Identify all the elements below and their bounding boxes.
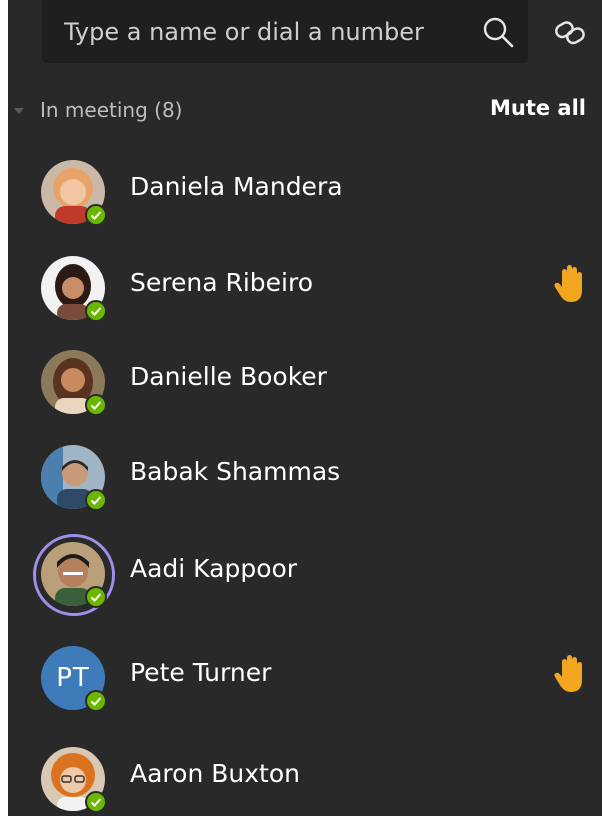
available-status-icon (85, 204, 107, 226)
available-status-icon (85, 586, 107, 608)
participant-row[interactable]: Danielle Booker (8, 336, 602, 426)
participant-name: Aadi Kappoor (130, 554, 298, 583)
avatar (41, 445, 107, 511)
available-status-icon (85, 791, 107, 813)
raised-hand-icon (554, 655, 582, 692)
participant-row[interactable]: Serena Ribeiro (8, 242, 602, 332)
available-status-icon (85, 300, 107, 322)
participant-name: Pete Turner (130, 658, 272, 687)
participant-name: Daniela Mandera (130, 172, 343, 201)
participant-row[interactable]: Aadi Kappoor (8, 528, 602, 618)
participant-row[interactable]: PT Pete Turner (8, 632, 602, 722)
mute-all-button[interactable]: Mute all (490, 96, 586, 120)
raised-hand-icon (554, 265, 582, 302)
in-meeting-section-header[interactable]: In meeting (8) Mute all (8, 90, 602, 134)
available-status-icon (85, 394, 107, 416)
participants-panel: In meeting (8) Mute all Daniela Mandera (8, 0, 602, 816)
participant-name: Aaron Buxton (130, 759, 300, 788)
participant-row[interactable]: Aaron Buxton (8, 733, 602, 816)
available-status-icon (85, 690, 107, 712)
participant-row[interactable]: Babak Shammas (8, 431, 602, 521)
avatar: PT (41, 646, 107, 712)
section-label: In meeting (8) (40, 98, 183, 122)
avatar (33, 534, 115, 616)
search-input[interactable] (64, 12, 444, 52)
search-bar (42, 0, 528, 63)
chevron-down-icon[interactable] (12, 106, 26, 116)
participant-name: Babak Shammas (130, 457, 341, 486)
participant-row[interactable]: Daniela Mandera (8, 146, 602, 236)
avatar (41, 747, 107, 813)
link-icon[interactable] (554, 18, 586, 48)
participant-name: Serena Ribeiro (130, 268, 314, 297)
participant-name: Danielle Booker (130, 362, 327, 391)
avatar (41, 350, 107, 416)
avatar (41, 160, 107, 226)
search-icon[interactable] (480, 14, 516, 50)
available-status-icon (85, 489, 107, 511)
avatar (41, 256, 107, 322)
